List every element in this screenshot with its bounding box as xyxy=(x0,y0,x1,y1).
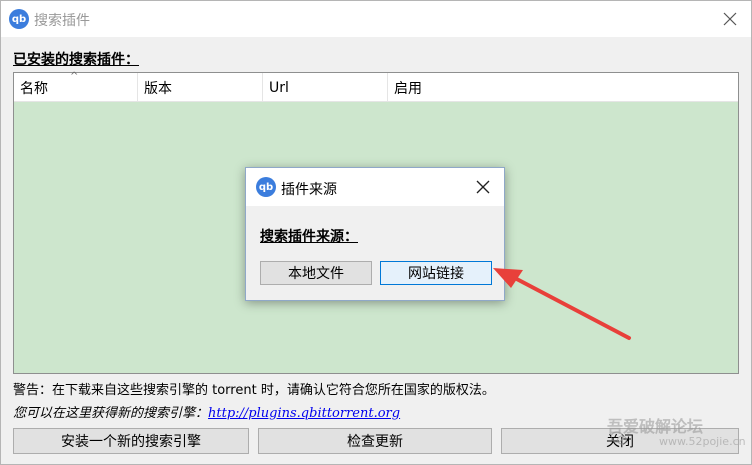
dialog-source-label: 搜索插件来源： xyxy=(260,229,358,245)
watermark-text: 吾爱破解论坛 xyxy=(607,417,704,436)
column-header-name[interactable]: ^ 名称 xyxy=(14,71,138,102)
window-title: 搜索插件 xyxy=(34,13,90,29)
watermark-url: www.52pojie.cn xyxy=(659,435,746,448)
close-icon xyxy=(723,12,737,26)
column-header-enabled-label: 启用 xyxy=(394,80,422,97)
dialog-qbittorrent-logo-icon: qb xyxy=(256,177,276,197)
dialog-close-icon xyxy=(476,180,490,194)
column-header-version-label: 版本 xyxy=(144,80,172,97)
dialog-close-button[interactable] xyxy=(472,176,494,198)
search-plugins-window: qb 搜索插件 已安装的搜索插件： ^ 名称 版本 Url 启用 警告：在下载来… xyxy=(0,0,752,465)
column-header-name-label: 名称 xyxy=(20,80,48,97)
local-file-button[interactable]: 本地文件 xyxy=(260,261,372,285)
column-header-enabled[interactable]: 启用 xyxy=(388,73,738,102)
copyright-warning: 警告：在下载来自这些搜索引擎的 torrent 时，请确认它符合您所在国家的版权… xyxy=(13,383,495,398)
plugin-source-hint: 您可以在这里获得新的搜索引擎：http://plugins.qbittorren… xyxy=(13,402,400,421)
plugin-source-dialog: qb 插件来源 搜索插件来源： 本地文件 网站链接 xyxy=(245,167,505,301)
installed-plugins-label: 已安装的搜索插件： xyxy=(13,52,139,68)
list-header: ^ 名称 版本 Url 启用 xyxy=(14,71,738,102)
web-link-button-label: 网站链接 xyxy=(408,266,464,282)
column-header-version[interactable]: 版本 xyxy=(138,73,263,102)
title-bar: qb 搜索插件 xyxy=(1,1,751,37)
sort-ascending-icon: ^ xyxy=(70,71,79,82)
check-updates-button-label: 检查更新 xyxy=(347,434,403,450)
column-header-url[interactable]: Url xyxy=(263,73,388,102)
plugins-link[interactable]: http://plugins.qbittorrent.org xyxy=(208,406,400,421)
annotation-arrow-icon xyxy=(493,268,631,340)
install-plugin-button[interactable]: 安装一个新的搜索引擎 xyxy=(13,428,249,454)
dialog-title: 插件来源 xyxy=(281,182,337,198)
web-link-button[interactable]: 网站链接 xyxy=(380,261,492,285)
dialog-title-bar: qb 插件来源 xyxy=(246,168,504,206)
install-plugin-button-label: 安装一个新的搜索引擎 xyxy=(61,434,201,450)
window-close-button[interactable] xyxy=(719,8,741,30)
local-file-button-label: 本地文件 xyxy=(288,266,344,282)
column-header-url-label: Url xyxy=(269,79,289,96)
qbittorrent-logo-icon: qb xyxy=(9,9,29,29)
check-updates-button[interactable]: 检查更新 xyxy=(258,428,492,454)
hint-text: 您可以在这里获得新的搜索引擎： xyxy=(13,406,209,421)
